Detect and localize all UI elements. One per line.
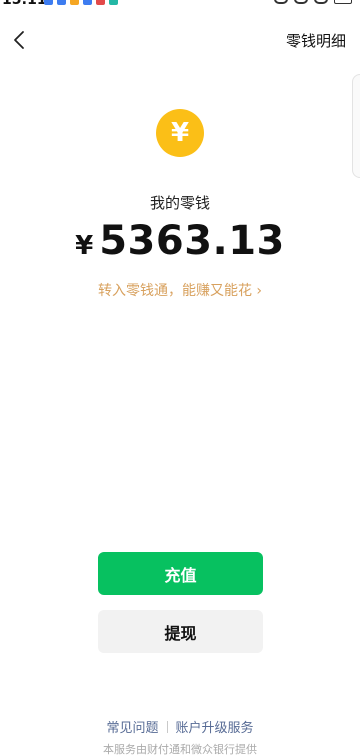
recharge-button[interactable]: 充值	[98, 552, 263, 595]
lingqiantong-promo-link[interactable]: 转入零钱通，能赚又能花 ›	[0, 280, 360, 300]
signal-icon	[314, 0, 328, 4]
app-notification-icon	[44, 0, 53, 5]
app-notification-icon	[96, 0, 105, 5]
withdraw-button[interactable]: 提现	[98, 610, 263, 653]
balance-amount: ¥ 5363.13	[0, 218, 360, 264]
footer-links: 常见问题 账户升级服务	[0, 717, 360, 736]
system-indicators: 94	[274, 0, 352, 4]
app-notification-icon	[109, 0, 118, 5]
account-upgrade-link[interactable]: 账户升级服务	[176, 717, 254, 736]
back-button[interactable]	[8, 26, 32, 54]
balance-label: 我的零钱	[149, 194, 210, 212]
battery-icon: 94	[334, 0, 352, 4]
app-notification-icon	[57, 0, 66, 5]
nav-bar: 零钱明细	[0, 24, 360, 56]
service-provider-note: 本服务由财付通和微众银行提供	[103, 743, 257, 756]
yen-coin-icon: ¥	[156, 109, 204, 157]
faq-link[interactable]: 常见问题	[106, 717, 158, 736]
floating-side-tab[interactable]	[352, 74, 360, 178]
balance-value: 5363.13	[99, 218, 285, 264]
notification-icons	[44, 0, 118, 5]
wifi-icon	[294, 0, 308, 4]
app-notification-icon	[70, 0, 79, 5]
currency-symbol: ¥	[75, 231, 94, 261]
status-time: 15:11	[2, 0, 47, 8]
yen-glyph: ¥	[170, 118, 190, 148]
balance-details-link[interactable]: 零钱明细	[286, 30, 346, 51]
footer-divider	[166, 720, 168, 733]
eye-icon	[274, 0, 288, 4]
status-bar: 15:11 94	[0, 0, 360, 8]
chevron-left-icon	[14, 31, 24, 49]
app-notification-icon	[83, 0, 92, 5]
